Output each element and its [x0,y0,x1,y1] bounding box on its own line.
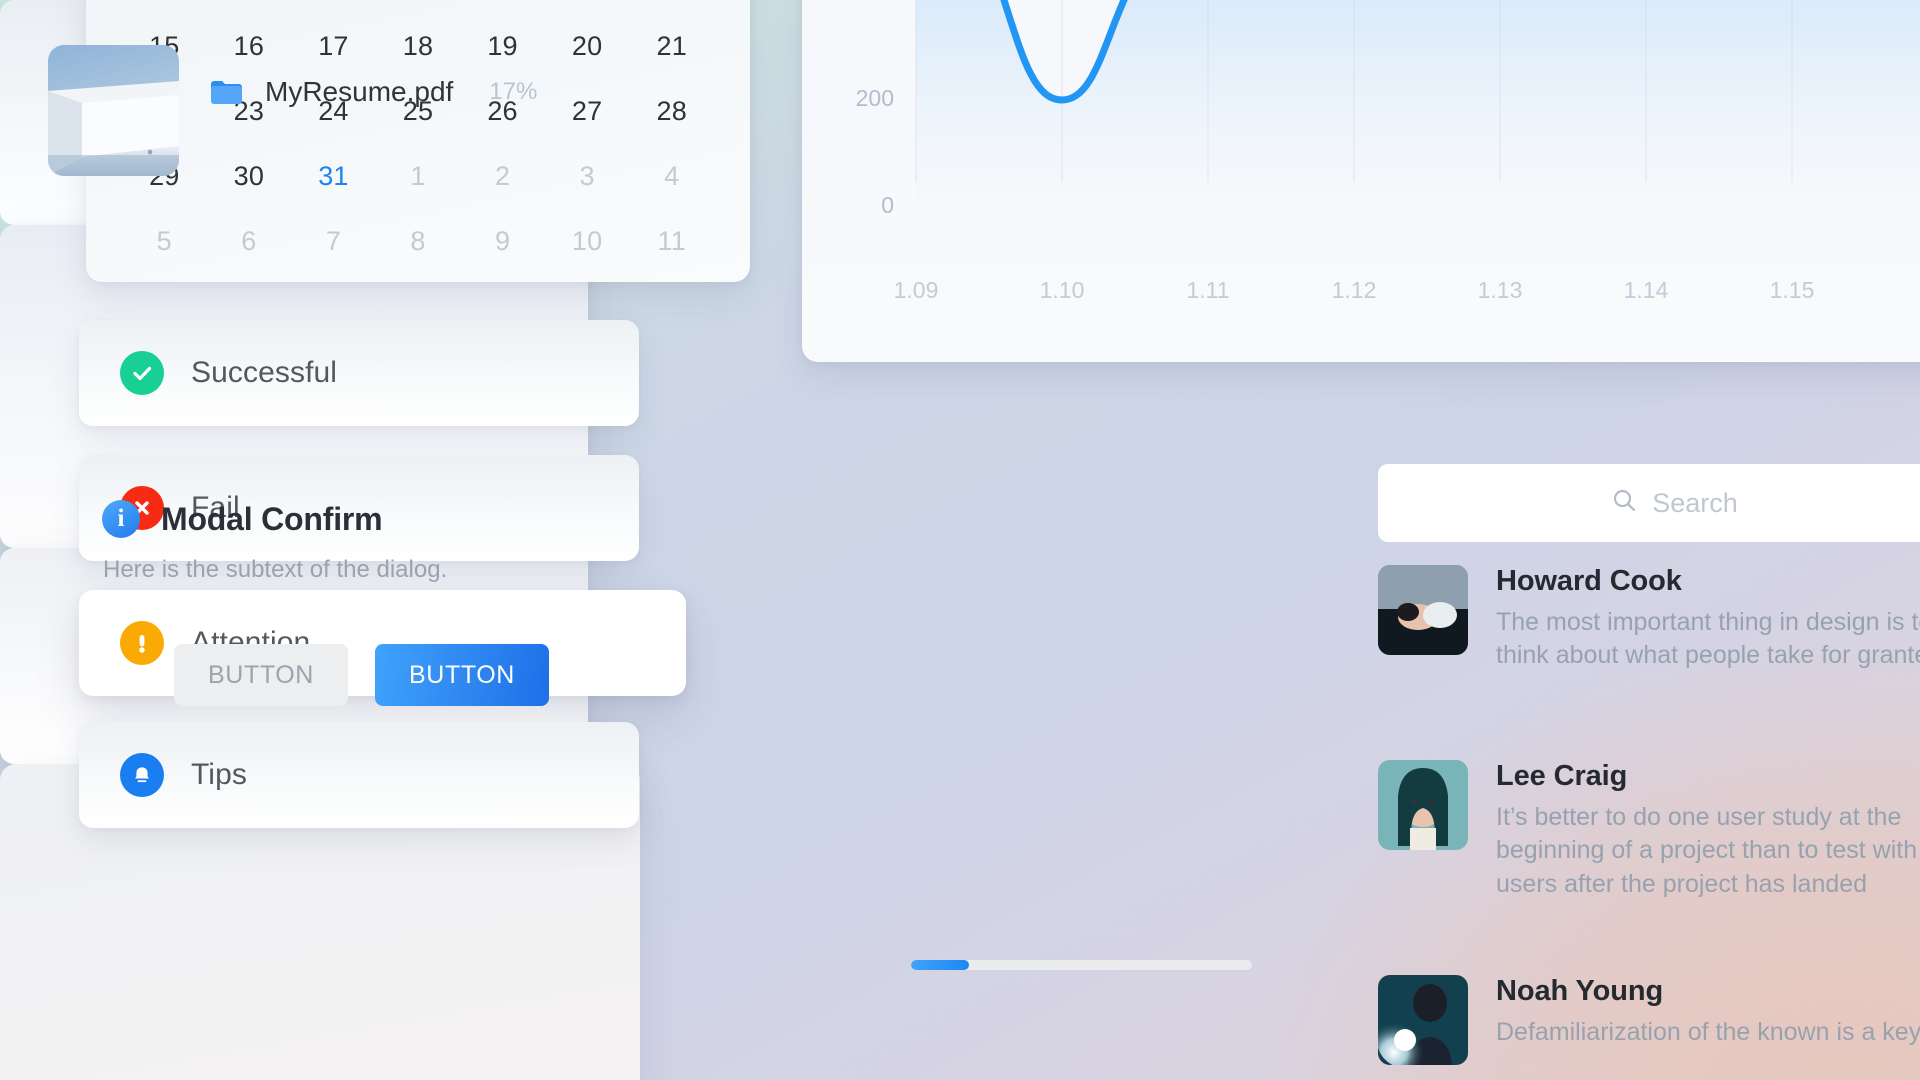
contact-name: Lee Craig [1496,760,1628,792]
file-thumbnail [48,45,179,176]
calendar-day[interactable]: 1 [376,144,461,209]
calendar-day[interactable]: 8 [376,209,461,274]
file-progress-bar [911,960,1252,970]
contact-quote: The most important thing in design is to… [1496,608,1920,670]
calendar-day[interactable]: 7 [291,209,376,274]
avatar [1378,975,1468,1065]
calendar-day[interactable]: 19 [460,14,545,79]
calendar-day[interactable]: 2 [460,144,545,209]
x-axis-tick: 1.10 [1039,277,1085,303]
modal-confirm-button[interactable]: BUTTON [375,644,549,706]
check-circle-icon [120,351,164,395]
x-axis-tick: 1.14 [1623,277,1669,303]
chart-canvas [915,0,1920,220]
contact-list-item[interactable]: Howard Cook The most important thing in d… [1378,565,1920,673]
file-progress-percent: 17% [489,78,538,105]
search-placeholder: Search [1652,487,1738,518]
calendar-day[interactable]: 30 [207,144,292,209]
calendar-day[interactable]: 16 [207,14,292,79]
file-name: MyResume.pdf [265,76,454,107]
y-axis-tick-400: 400 [824,0,894,5]
y-axis-tick-0: 0 [881,192,894,218]
x-axis-tick: 1.11 [1186,277,1230,303]
calendar-day[interactable]: 21 [629,14,714,79]
calendar-day[interactable]: 31 [291,144,376,209]
exclamation-circle-icon [120,621,164,665]
modal-actions: BUTTON BUTTON [174,644,549,706]
alert-tips[interactable]: Tips [79,722,639,828]
calendar-day[interactable]: 10 [545,209,630,274]
modal-cancel-button[interactable]: BUTTON [174,644,348,706]
calendar-day[interactable]: 27 [545,79,630,144]
x-axis-tick: 1.09 [893,277,939,303]
x-axis-tick: 1.13 [1477,277,1523,303]
file-progress-fill [911,960,969,970]
x-axis-tick: 1.12 [1331,277,1377,303]
calendar-day[interactable]: 5 [122,209,207,274]
alert-label: Tips [191,758,247,791]
contact-quote: Defamiliarization of the known is a key [1496,1018,1920,1046]
info-icon: i [102,500,140,538]
folder-icon [210,79,243,105]
calendar-day[interactable]: 6 [207,209,292,274]
chart-area-fill [916,0,1920,220]
calendar-day[interactable]: 28 [629,79,714,144]
contact-list-item[interactable]: Noah Young Defamiliarization of the known… [1378,975,1920,1065]
bell-circle-icon [120,753,164,797]
calendar-day[interactable]: 3 [545,144,630,209]
calendar-day[interactable]: 20 [545,14,630,79]
x-axis-tick: 1.15 [1769,277,1815,303]
search-icon [1612,488,1637,518]
alert-label: Successful [191,356,338,389]
contact-quote: It’s better to do one user study at the … [1496,803,1918,898]
y-axis-tick-200: 200 [855,85,894,111]
contact-name: Noah Young [1496,975,1664,1007]
alert-successful[interactable]: Successful [79,320,639,426]
calendar-grid[interactable]: 1516171819202122232425262728293031123456… [122,14,714,274]
avatar [1378,760,1468,850]
calendar-day[interactable]: 9 [460,209,545,274]
calendar-day[interactable]: 18 [376,14,461,79]
file-info-row: MyResume.pdf 17% [210,76,537,108]
calendar-day[interactable]: 4 [629,144,714,209]
modal-subtitle: Here is the subtext of the dialog. [103,556,448,583]
modal-title: Modal Confirm [161,500,383,537]
line-chart-card: 0 200 400 1.09 1.10 1.11 1.12 1.13 1.14 1.15 [802,0,1920,362]
contact-list-item[interactable]: Lee Craig It’s better to do one user stud… [1378,760,1920,901]
avatar [1378,565,1468,655]
search-field[interactable]: Search [1378,464,1920,542]
calendar-card: 1516171819202122232425262728293031123456… [86,0,750,282]
calendar-day[interactable]: 17 [291,14,376,79]
contact-name: Howard Cook [1496,565,1682,597]
modal-header: i Modal Confirm [102,500,383,538]
calendar-day[interactable]: 11 [629,209,714,274]
